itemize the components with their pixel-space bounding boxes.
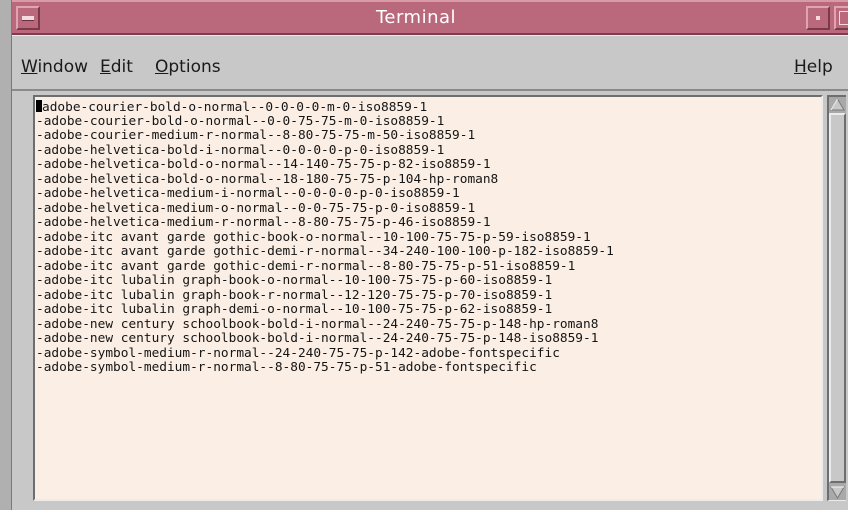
menu-edit-mnemonic: E <box>100 57 111 77</box>
terminal-line: -adobe-helvetica-medium-o-normal--0-0-75… <box>36 200 476 216</box>
terminal-line: -adobe-itc avant garde gothic-demi-r-nor… <box>36 244 614 259</box>
terminal-line: -adobe-helvetica-medium-r-normal--8-80-7… <box>36 215 491 230</box>
scroll-down-button[interactable] <box>829 484 846 500</box>
terminal-line: -adobe-itc lubalin graph-demi-o-normal--… <box>36 302 553 317</box>
terminal-line: -adobe-courier-bold-o-normal--0-0-75-75-… <box>36 113 445 129</box>
menu-options[interactable]: Options <box>153 57 223 77</box>
terminal-frame: adobe-courier-bold-o-normal--0-0-0-0-m-0… <box>25 91 848 510</box>
scroll-up-arrow-icon <box>830 98 845 111</box>
menu-bar: Window Edit Options Help <box>12 35 848 91</box>
terminal-line: -adobe-symbol-medium-r-normal--24-240-75… <box>36 345 560 361</box>
window-menu-button[interactable] <box>16 6 40 30</box>
menu-options-mnemonic: O <box>155 57 169 77</box>
terminal-line: -adobe-new century schoolbook-bold-i-nor… <box>36 316 599 332</box>
window-title: Terminal <box>375 7 457 28</box>
terminal-output[interactable]: adobe-courier-bold-o-normal--0-0-0-0-m-0… <box>33 95 823 501</box>
maximize-icon <box>839 11 848 25</box>
terminal-line: -adobe-courier-medium-r-normal--8-80-75-… <box>36 128 476 143</box>
menu-window-label: indow <box>37 57 89 77</box>
terminal-line: -adobe-helvetica-bold-o-normal--14-140-7… <box>36 157 491 172</box>
maximize-button[interactable] <box>834 6 848 30</box>
menu-window[interactable]: Window <box>19 57 90 77</box>
scroll-down-arrow-icon <box>830 486 845 499</box>
terminal-line: -adobe-itc avant garde gothic-demi-r-nor… <box>36 258 576 274</box>
terminal-line: -adobe-helvetica-bold-o-normal--18-180-7… <box>36 171 499 187</box>
minimize-icon <box>816 16 820 20</box>
terminal-line: -adobe-helvetica-medium-i-normal--0-0-0-… <box>36 186 460 201</box>
minimize-button[interactable] <box>806 6 830 30</box>
window-menu-icon <box>22 16 34 21</box>
menu-edit-label: dit <box>110 57 133 77</box>
terminal-line: -adobe-itc lubalin graph-book-o-normal--… <box>36 273 553 288</box>
title-bar[interactable]: Terminal <box>12 0 848 35</box>
vertical-scrollbar[interactable] <box>827 95 846 501</box>
window-left-border <box>0 0 12 510</box>
terminal-lines: adobe-courier-bold-o-normal--0-0-0-0-m-0… <box>36 100 614 376</box>
terminal-line: -adobe-itc lubalin graph-book-r-normal--… <box>36 287 553 303</box>
menu-help-label: elp <box>806 57 833 77</box>
scroll-up-button[interactable] <box>829 97 846 113</box>
menu-edit[interactable]: Edit <box>98 57 135 77</box>
menu-help-mnemonic: H <box>794 57 807 77</box>
menu-options-label: ptions <box>168 57 221 77</box>
terminal-line: adobe-courier-bold-o-normal--0-0-0-0-m-0… <box>36 100 614 115</box>
menu-help[interactable]: Help <box>792 57 835 77</box>
terminal-window: Terminal Window Edit Options Help adobe-… <box>0 0 848 510</box>
terminal-line-text: adobe-courier-bold-o-normal--0-0-0-0-m-0… <box>42 100 428 115</box>
scrollbar-thumb[interactable] <box>829 113 846 483</box>
terminal-line: -adobe-symbol-medium-r-normal--8-80-75-7… <box>36 360 537 375</box>
window-bottom-border <box>12 502 848 510</box>
terminal-line: -adobe-helvetica-bold-i-normal--0-0-0-0-… <box>36 142 445 158</box>
terminal-line: -adobe-itc avant garde gothic-book-o-nor… <box>36 229 591 245</box>
menu-window-mnemonic: W <box>21 57 38 77</box>
terminal-line: -adobe-new century schoolbook-bold-i-nor… <box>36 331 599 346</box>
